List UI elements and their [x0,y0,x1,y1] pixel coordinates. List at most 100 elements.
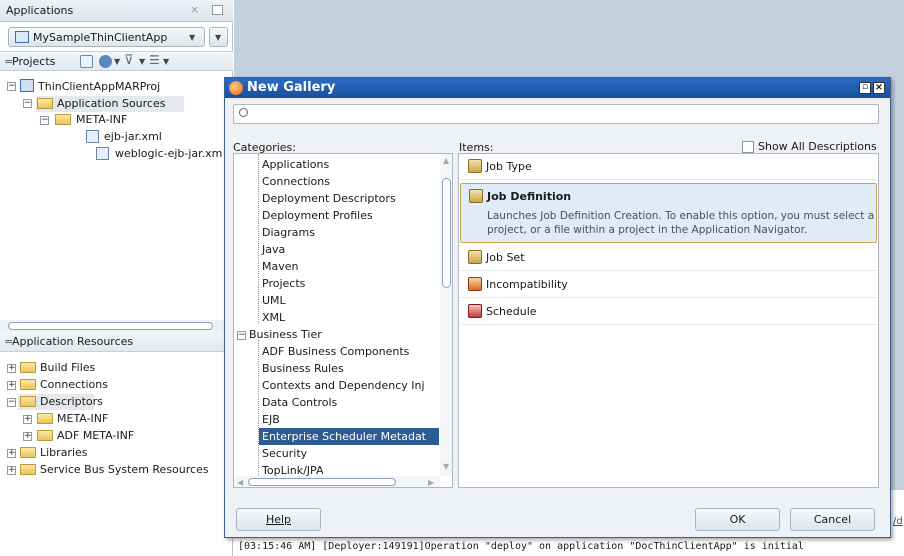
category-item[interactable]: Deployment Descriptors [262,192,396,205]
filter-sync-icon[interactable] [99,55,112,68]
ok-button[interactable]: OK [695,508,780,531]
incompatibility-icon [468,277,482,291]
tree-item[interactable]: META-INF [57,412,108,425]
item-job-type[interactable]: Job Type [460,154,877,180]
show-all-label[interactable]: Show All Descriptions [758,140,877,153]
item-schedule[interactable]: Schedule [460,299,877,325]
category-item[interactable]: ADF Business Components [262,345,409,358]
scroll-down-icon[interactable]: ▼ [443,462,449,471]
tree-file-ejb[interactable]: ejb-jar.xml [104,130,162,143]
category-item[interactable]: Applications [262,158,329,171]
tree-expander[interactable]: + [23,415,32,424]
item-label: Job Set [486,251,525,264]
resources-panel: = Application Resources + Build Files + … [0,332,233,556]
category-item[interactable]: Java [262,243,285,256]
horizontal-scrollbar[interactable]: ◀ ▶ [234,476,440,487]
search-icon [239,108,248,117]
item-label: Schedule [486,305,537,318]
folder-icon [20,362,36,373]
chevron-down-icon[interactable]: ▼ [139,57,145,66]
item-label: Job Definition [487,190,572,203]
chevron-down-icon: ▼ [215,33,222,42]
tree-expander[interactable]: − [23,99,32,108]
tree-expander[interactable]: − [40,116,49,125]
scroll-thumb[interactable] [248,478,396,486]
folder-icon [20,379,36,390]
tree-item[interactable]: Connections [40,378,108,391]
tree-expander[interactable]: + [7,449,16,458]
search-input[interactable] [254,106,874,122]
search-icon[interactable] [80,55,93,68]
category-item[interactable]: Business Rules [262,362,344,375]
dialog-title-bar[interactable]: New Gallery ▫ × [225,78,890,98]
category-business-tier[interactable]: Business Tier [249,328,322,341]
minimize-icon[interactable] [212,5,223,15]
sort-icon[interactable]: ☰ [149,53,160,67]
category-item[interactable]: XML [262,311,285,324]
items-list[interactable]: Job Type Job Definition Launches Job Def… [458,153,879,488]
tree-item-selected[interactable]: Descriptors [18,394,103,410]
log-line: [03:15:46 AM] [Deployer:149191]Operation… [238,541,804,552]
tree-expander[interactable]: − [7,398,16,407]
tree-item[interactable]: ADF META-INF [57,429,134,442]
category-item[interactable]: Contexts and Dependency Inj [262,379,425,392]
xml-file-icon [86,130,99,143]
category-item[interactable]: Connections [262,175,330,188]
tree-item[interactable]: Libraries [40,446,88,459]
tree-label: Application Sources [57,97,166,110]
tree-item[interactable]: Build Files [40,361,95,374]
tree-meta-inf[interactable]: META-INF [76,113,127,126]
item-incompatibility[interactable]: Incompatibility [460,272,877,298]
close-icon[interactable]: × [873,82,885,94]
vertical-scrollbar[interactable]: ▲ ▼ [440,154,452,476]
app-selector[interactable]: MySampleThinClientApp ▼ [8,27,205,47]
resources-header[interactable]: = Application Resources [0,332,233,352]
scroll-up-icon[interactable]: ▲ [443,156,449,165]
category-item[interactable]: Deployment Profiles [262,209,373,222]
help-button[interactable]: Help [236,508,321,531]
horizontal-scrollbar[interactable] [0,320,233,332]
chevron-down-icon[interactable]: ▼ [163,57,169,66]
job-type-icon [468,159,482,173]
tree-app-sources[interactable]: Application Sources [36,96,184,112]
category-item[interactable]: Projects [262,277,305,290]
category-item[interactable]: Diagrams [262,226,315,239]
cancel-button[interactable]: Cancel [790,508,875,531]
category-item[interactable]: UML [262,294,286,307]
category-item[interactable]: Data Controls [262,396,337,409]
categories-tree[interactable]: Applications Connections Deployment Desc… [233,153,453,488]
scroll-thumb[interactable] [8,322,213,330]
app-menu-button[interactable]: ▼ [209,27,228,47]
folder-icon [37,413,53,424]
scroll-right-icon[interactable]: ▶ [428,478,434,487]
tree-project[interactable]: ThinClientAppMARProj [38,80,160,93]
category-item[interactable]: EJB [262,413,280,426]
projects-label: Projects [12,55,56,68]
item-job-set[interactable]: Job Set [460,245,877,271]
tree-expander[interactable]: − [7,82,16,91]
scroll-left-icon[interactable]: ◀ [237,478,243,487]
tree-expander[interactable]: + [7,381,16,390]
item-description: Launches Job Definition Creation. To ena… [487,210,875,236]
scroll-thumb[interactable] [442,178,451,288]
help-label: Help [265,513,292,526]
maximize-icon[interactable]: ▫ [859,82,871,94]
category-item[interactable]: Security [262,447,307,460]
tree-expander[interactable]: − [237,331,246,340]
tree-expander[interactable]: + [7,466,16,475]
category-item-selected[interactable]: Enterprise Scheduler Metadat [259,428,439,445]
folder-icon [55,114,71,125]
close-icon[interactable]: × [190,3,199,16]
chevron-down-icon: ▼ [189,33,196,42]
search-field[interactable] [233,104,879,124]
log-side-link[interactable]: /d [893,516,903,527]
tree-file-weblogic[interactable]: weblogic-ejb-jar.xm [115,147,222,160]
tree-expander[interactable]: + [7,364,16,373]
tree-item[interactable]: Service Bus System Resources [40,463,209,476]
category-item[interactable]: Maven [262,260,298,273]
chevron-down-icon[interactable]: ▼ [114,57,120,66]
tree-expander[interactable]: + [23,432,32,441]
item-job-definition[interactable]: Job Definition Launches Job Definition C… [460,183,877,243]
show-all-checkbox[interactable] [742,141,754,153]
filter-icon[interactable]: ⊽ [124,53,134,68]
